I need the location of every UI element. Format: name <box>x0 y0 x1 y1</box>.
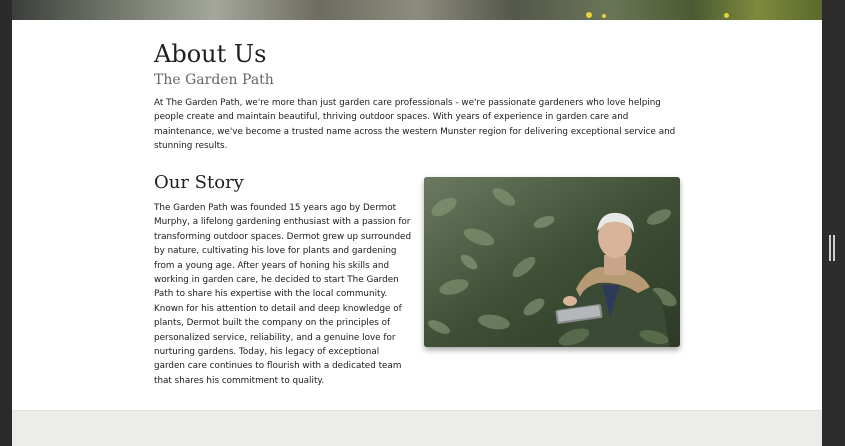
side-panel <box>822 0 845 446</box>
page-content: About Us The Garden Path At The Garden P… <box>12 20 822 446</box>
story-title: Our Story <box>154 172 244 193</box>
flower-detail <box>724 13 729 18</box>
next-section-band <box>12 410 822 446</box>
flower-detail <box>586 12 592 18</box>
flower-detail <box>602 14 606 18</box>
about-subtitle: The Garden Path <box>154 72 274 88</box>
about-title: About Us <box>154 40 267 68</box>
founder-photo <box>424 177 680 347</box>
hero-image-strip <box>12 0 822 20</box>
story-text: The Garden Path was founded 15 years ago… <box>154 203 412 386</box>
about-intro-text: At The Garden Path, we're more than just… <box>154 98 676 152</box>
panel-resize-handle[interactable] <box>829 235 835 261</box>
